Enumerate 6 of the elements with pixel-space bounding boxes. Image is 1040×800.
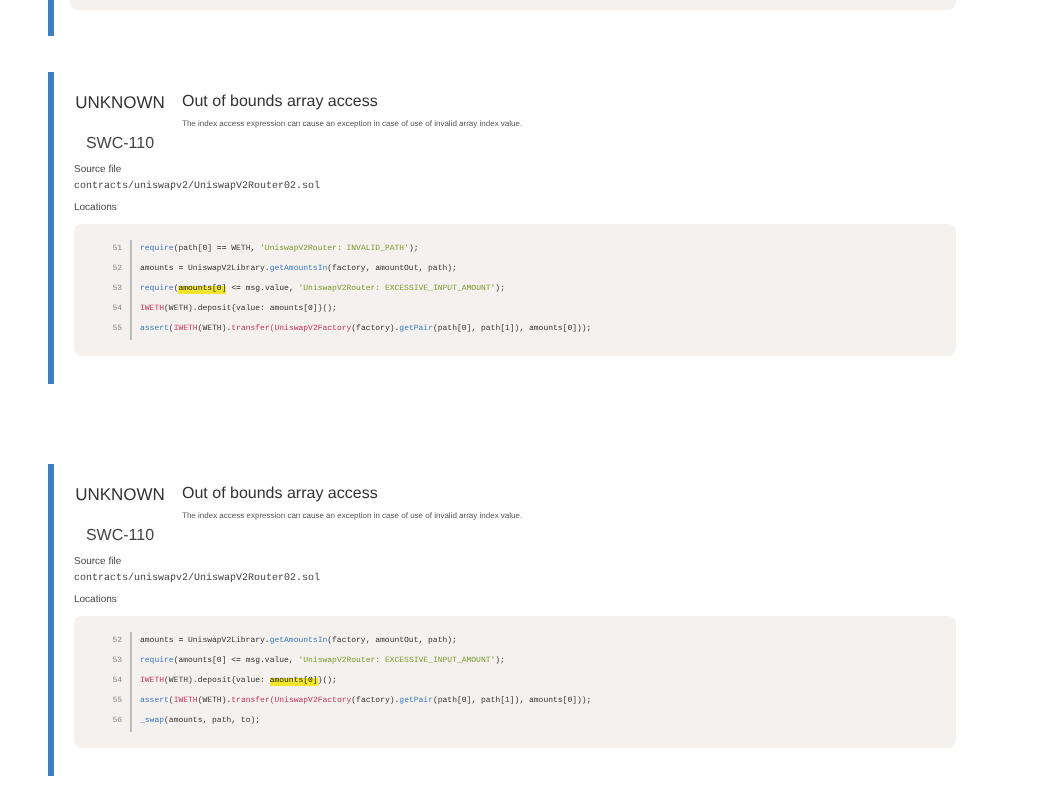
severity-label: UNKNOWN bbox=[74, 92, 166, 113]
issue-title: Out of bounds array access bbox=[182, 484, 380, 504]
severity-label: UNKNOWN bbox=[74, 484, 166, 505]
swc-id: SWC-110 bbox=[85, 132, 155, 157]
issue-title: Out of bounds array access bbox=[182, 92, 380, 112]
swc-id: SWC-110 bbox=[85, 524, 155, 549]
